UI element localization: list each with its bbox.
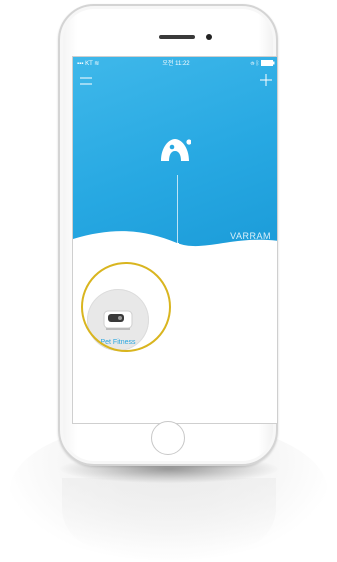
phone-reflection (62, 478, 276, 548)
status-bar: ▪▪▪ KT ≋ 오전 11:22 ◷ ᛒ (73, 57, 277, 71)
home-button[interactable] (151, 421, 185, 455)
hamburger-menu-icon[interactable] (80, 76, 92, 86)
hero-banner: ▪▪▪ KT ≋ 오전 11:22 ◷ ᛒ VARRAM (73, 57, 277, 255)
hero-wave-edge (73, 231, 277, 259)
alarm-icon: ◷ (250, 61, 255, 67)
status-time: 오전 11:22 (162, 61, 190, 67)
plus-icon[interactable] (260, 74, 272, 86)
battery-icon (261, 60, 275, 67)
status-indicators: ◷ ᛒ (250, 57, 275, 71)
app-screen: ▪▪▪ KT ≋ 오전 11:22 ◷ ᛒ VARRAM Pet Fitness (72, 56, 278, 424)
varram-logo-icon (161, 139, 191, 161)
highlight-ring (81, 262, 171, 352)
bluetooth-icon: ᛒ (255, 61, 260, 67)
phone-camera (206, 34, 212, 40)
phone-speaker (159, 35, 195, 39)
